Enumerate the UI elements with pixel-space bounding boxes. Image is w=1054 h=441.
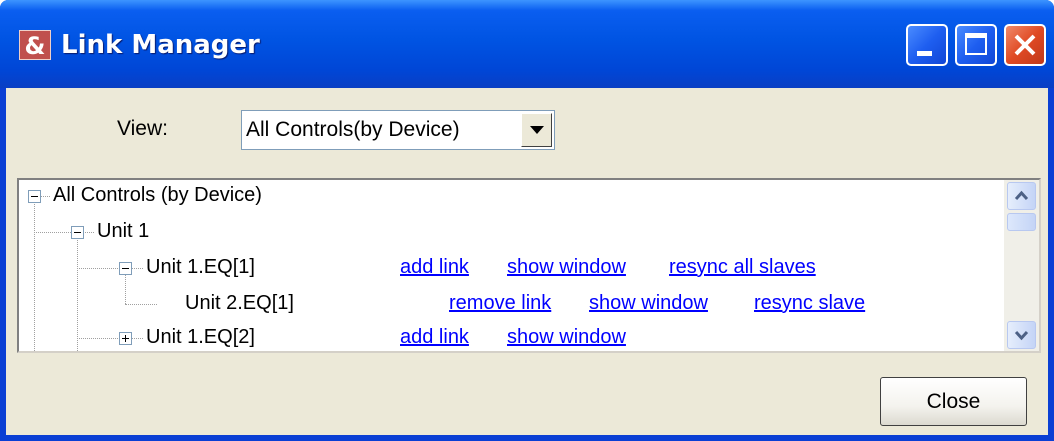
close-button[interactable]: Close xyxy=(880,377,1027,426)
chevron-down-icon xyxy=(530,126,544,134)
tree-connector xyxy=(132,338,143,339)
client-area: View: All Controls(by Device) All Contro… xyxy=(6,88,1048,435)
minimize-button[interactable] xyxy=(906,24,948,66)
expand-icon-vertical xyxy=(125,335,126,342)
tree-connector xyxy=(77,238,78,351)
tree-connector xyxy=(125,275,126,304)
title-bar[interactable]: & Link Manager xyxy=(0,0,1054,88)
tree-eq2-expander[interactable] xyxy=(119,332,132,345)
slave-remove-link[interactable]: remove link xyxy=(449,292,551,315)
eq1-show-window-link[interactable]: show window xyxy=(507,256,626,279)
tree-connector xyxy=(77,268,118,269)
close-icon xyxy=(1014,34,1036,56)
view-select-value: All Controls(by Device) xyxy=(246,118,460,141)
view-select-dropdown-button[interactable] xyxy=(521,113,552,147)
tree-node-unit1[interactable]: Unit 1 xyxy=(97,220,149,243)
tree-node-eq1[interactable]: Unit 1.EQ[1] xyxy=(146,256,255,279)
eq1-resync-all-slaves-link[interactable]: resync all slaves xyxy=(669,256,816,279)
eq1-add-link[interactable]: add link xyxy=(400,256,469,279)
chevron-up-icon xyxy=(1014,190,1029,201)
slave-resync-link[interactable]: resync slave xyxy=(754,292,865,315)
tree-unit1-expander[interactable] xyxy=(71,226,84,239)
slave-show-window-link[interactable]: show window xyxy=(589,292,708,315)
tree-vertical-scrollbar[interactable] xyxy=(1004,180,1039,351)
tree-connector xyxy=(125,304,157,305)
eq2-show-window-link[interactable]: show window xyxy=(507,326,626,349)
tree-node-eq2[interactable]: Unit 1.EQ[2] xyxy=(146,326,255,349)
tree-content: All Controls (by Device) Unit 1 Unit 1.E… xyxy=(19,180,1004,351)
eq2-add-link[interactable]: add link xyxy=(400,326,469,349)
tree-connector xyxy=(85,232,94,233)
tree-connector xyxy=(41,196,50,197)
tree-root-expander[interactable] xyxy=(28,190,41,203)
collapse-icon xyxy=(74,232,81,233)
collapse-icon xyxy=(122,268,129,269)
window-title: Link Manager xyxy=(61,30,260,60)
chevron-down-icon xyxy=(1014,330,1029,341)
link-manager-window: & Link Manager View: All Controls(by Dev… xyxy=(0,0,1054,441)
tree-eq1-expander[interactable] xyxy=(119,262,132,275)
minimize-icon xyxy=(917,51,932,56)
collapse-icon xyxy=(31,196,38,197)
scroll-thumb[interactable] xyxy=(1007,213,1036,231)
scroll-down-button[interactable] xyxy=(1007,321,1036,349)
maximize-icon xyxy=(965,33,987,55)
tree-connector xyxy=(132,268,143,269)
tree-connector xyxy=(34,200,35,351)
maximize-button[interactable] xyxy=(955,24,997,66)
app-icon: & xyxy=(19,30,51,60)
tree-connector xyxy=(77,338,118,339)
close-window-button[interactable] xyxy=(1004,24,1046,66)
tree-node-eq1-slave[interactable]: Unit 2.EQ[1] xyxy=(185,292,294,315)
control-tree[interactable]: All Controls (by Device) Unit 1 Unit 1.E… xyxy=(17,178,1041,353)
tree-node-root[interactable]: All Controls (by Device) xyxy=(53,184,262,207)
scroll-up-button[interactable] xyxy=(1007,182,1036,210)
view-label: View: xyxy=(117,117,168,140)
view-select[interactable]: All Controls(by Device) xyxy=(241,110,555,150)
